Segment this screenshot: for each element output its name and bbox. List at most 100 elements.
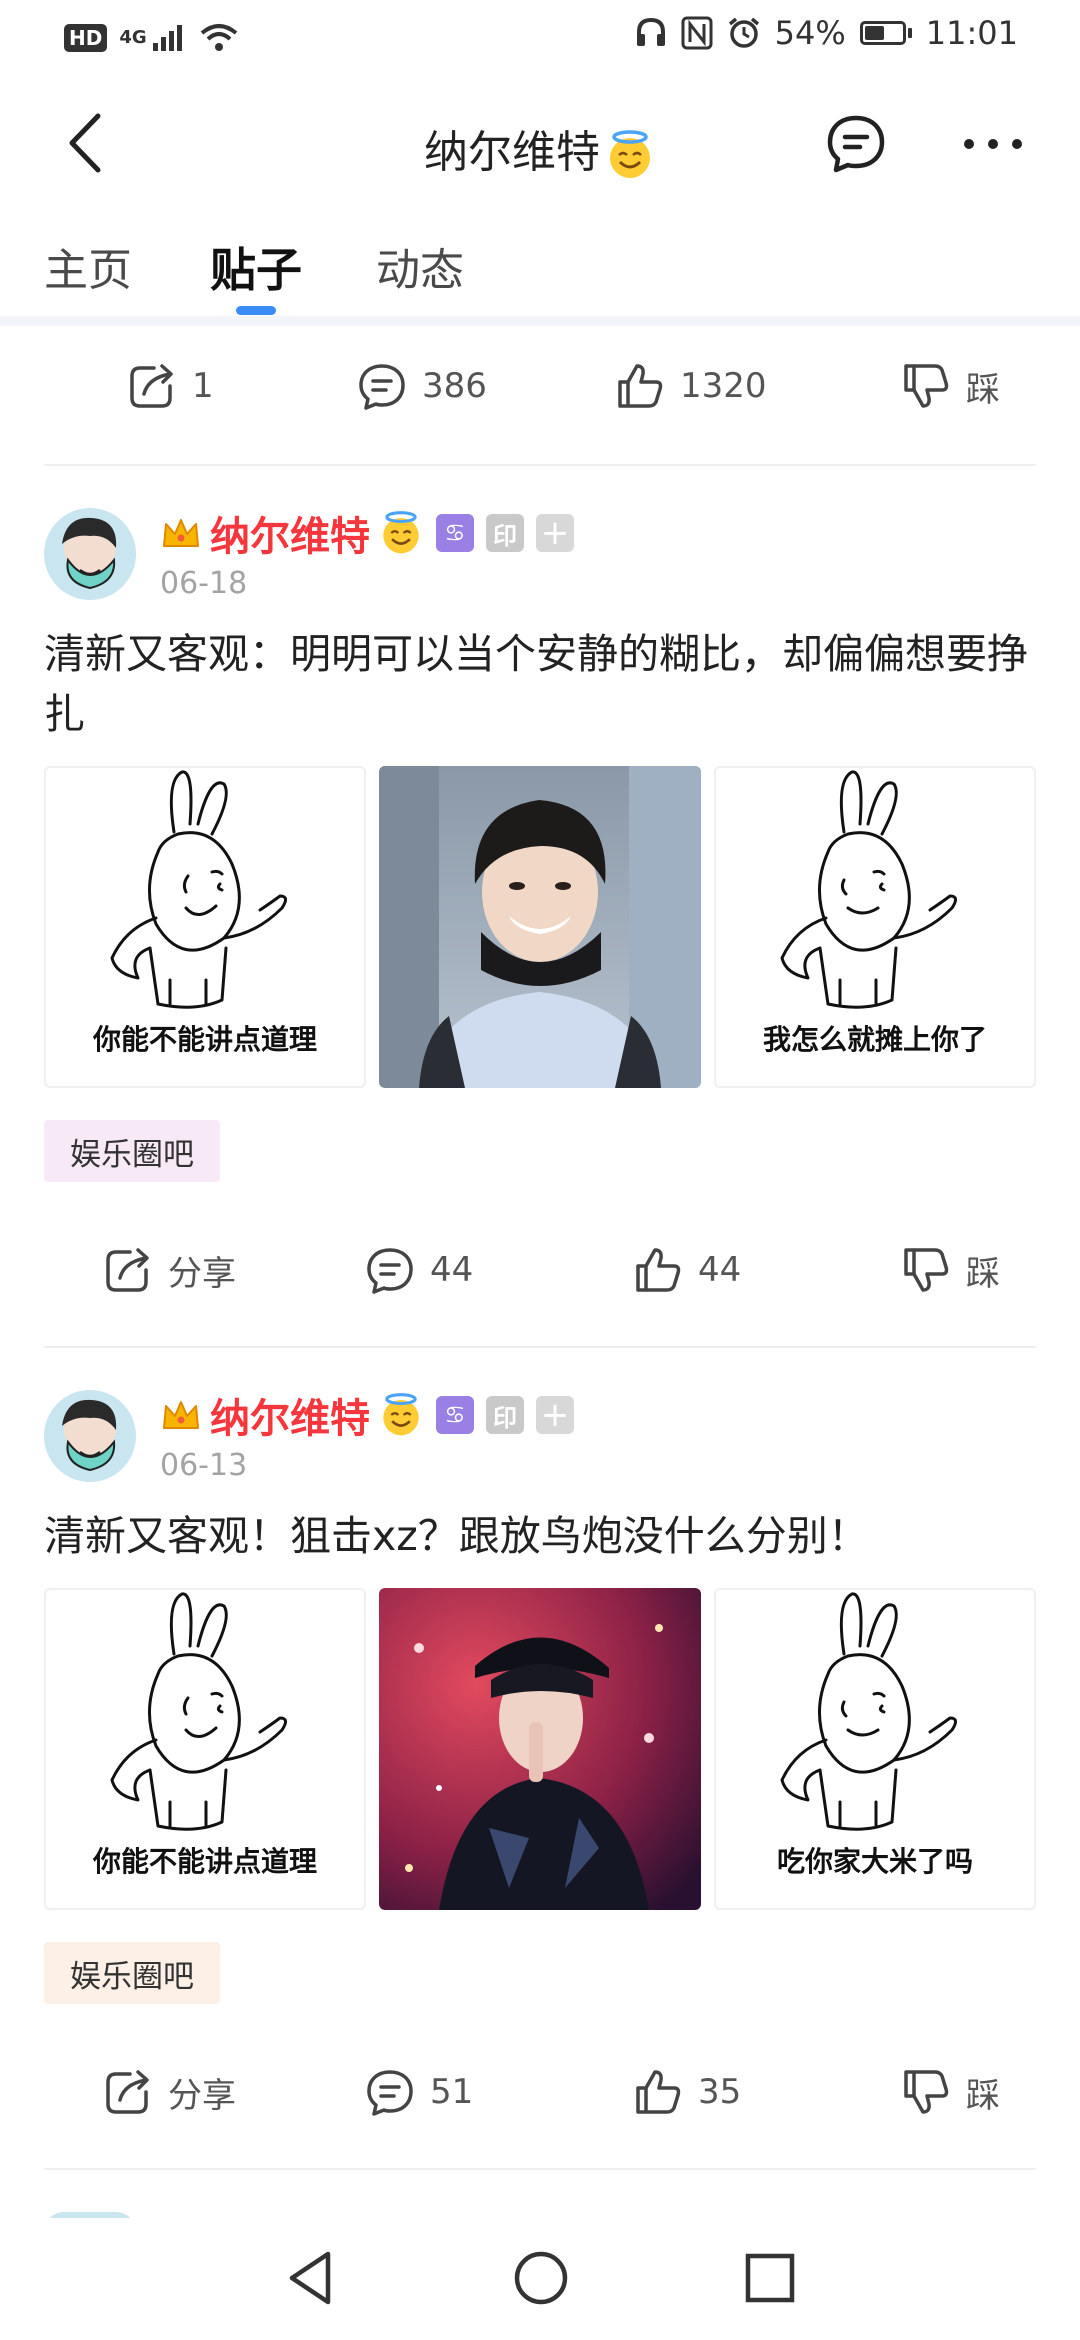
sticker-image[interactable]: 你能不能讲点道理: [44, 1588, 366, 1910]
sticker-image[interactable]: 吃你家大米了吗: [714, 1588, 1036, 1910]
sticker-caption: 我怎么就摊上你了: [762, 1023, 987, 1056]
forum-tag[interactable]: 娱乐圈吧: [44, 1942, 220, 2004]
comment-button[interactable]: 386: [356, 356, 487, 416]
profile-tabs: 主页 贴子 动态: [0, 222, 1080, 322]
dislike-button[interactable]: 踩: [900, 1240, 1000, 1300]
photo-image[interactable]: [379, 1588, 701, 1910]
post-separator: [44, 464, 1036, 466]
like-count: 1320: [680, 366, 767, 406]
smiling-halo-emoji-icon: [383, 1393, 419, 1436]
top-nav-bar: 纳尔维特: [0, 88, 1080, 198]
forum-tag[interactable]: 娱乐圈吧: [44, 1120, 220, 1182]
page-title-text: 纳尔维特: [424, 127, 600, 178]
system-navigation-bar: [0, 2218, 1080, 2340]
avatar-image: [44, 508, 136, 600]
active-tab-indicator: [236, 306, 276, 315]
post-date: 06-13: [160, 1448, 248, 1483]
dislike-button[interactable]: 踩: [900, 356, 1000, 416]
thumbs-down-icon: [904, 2070, 949, 2114]
thumbs-up-icon: [618, 364, 663, 408]
author-name[interactable]: 纳尔维特: [210, 504, 370, 562]
home-circle-icon[interactable]: [512, 2248, 570, 2308]
more-dots-icon[interactable]: [962, 136, 1024, 152]
status-right: 54% 11:01: [635, 14, 1018, 52]
post-actions: 分享 51 35 踩: [0, 2042, 1080, 2142]
tab-activity[interactable]: 动态: [376, 234, 464, 298]
status-bar: HD 4G 54% 11:01: [0, 0, 1080, 78]
recents-square-icon[interactable]: [742, 2248, 798, 2308]
post-images: 你能不能讲点道理: [44, 766, 1036, 1090]
signal-icon: [152, 25, 182, 51]
comment-button[interactable]: 51: [364, 2062, 473, 2122]
comment-button[interactable]: 44: [364, 1240, 473, 1300]
portrait-photo: [379, 1588, 701, 1910]
nfc-icon: [681, 16, 713, 50]
avatar[interactable]: [44, 1390, 136, 1482]
zodiac-badge: ♋: [436, 1396, 474, 1434]
alarm-icon: [728, 17, 759, 48]
author-name[interactable]: 纳尔维特: [210, 1386, 370, 1444]
photo-image[interactable]: [379, 766, 701, 1088]
dislike-label: 踩: [966, 369, 1000, 410]
like-button[interactable]: 1320: [614, 356, 767, 416]
battery-icon: [859, 21, 912, 45]
like-button[interactable]: 44: [632, 1240, 741, 1300]
network-type: 4G: [119, 27, 147, 48]
wifi-icon: [200, 24, 237, 51]
page-title: 纳尔维特: [0, 116, 1080, 181]
sticker-caption: 你能不能讲点道理: [92, 1023, 317, 1056]
like-count: 35: [698, 2072, 742, 2112]
share-label: 分享: [168, 1253, 236, 1294]
smiling-halo-emoji-icon: [383, 511, 419, 554]
comment-icon: [367, 1248, 413, 1294]
sticker-caption: 你能不能讲点道理: [92, 1845, 317, 1878]
add-badge[interactable]: +: [536, 1395, 574, 1435]
headphones-icon: [636, 17, 665, 46]
share-button[interactable]: 分享: [102, 2062, 236, 2122]
portrait-photo: [379, 766, 701, 1088]
comment-icon: [367, 2070, 413, 2116]
like-count: 44: [698, 1250, 742, 1290]
post-separator: [44, 2168, 1036, 2170]
thumbs-down-icon: [904, 364, 949, 408]
dislike-label: 踩: [966, 1253, 1000, 1294]
zodiac-badge: ♋: [436, 514, 474, 552]
avatar-image: [44, 1390, 136, 1482]
post-images: 你能不能讲点道理: [44, 1588, 1036, 1912]
share-button[interactable]: 分享: [102, 1240, 236, 1300]
post-text[interactable]: 清新又客观！狙击xz？跟放鸟炮没什么分别！: [44, 1506, 1034, 1566]
dislike-button[interactable]: 踩: [900, 2062, 1000, 2122]
share-label: 分享: [168, 2075, 236, 2116]
thumbs-up-icon: [636, 2070, 681, 2114]
comment-count: 51: [430, 2072, 474, 2112]
post-text[interactable]: 清新又客观：明明可以当个安静的糊比，却偏偏想要挣扎: [44, 624, 1034, 744]
dislike-label: 踩: [966, 2075, 1000, 2116]
sticker-image[interactable]: 我怎么就摊上你了: [714, 766, 1036, 1088]
post-actions: 分享 44 44 踩: [0, 1220, 1080, 1320]
crown-icon: [163, 1401, 199, 1429]
share-icon: [106, 2070, 149, 2114]
thumbs-down-icon: [904, 1248, 949, 1292]
comment-count: 44: [430, 1250, 474, 1290]
avatar[interactable]: [44, 508, 136, 600]
add-badge[interactable]: +: [536, 513, 574, 553]
sticker-image[interactable]: 你能不能讲点道理: [44, 766, 366, 1088]
share-count: 1: [192, 366, 214, 406]
tab-home[interactable]: 主页: [44, 234, 132, 298]
stamp-badge: 印: [486, 514, 524, 552]
share-icon: [130, 364, 173, 408]
thumbs-up-icon: [636, 1248, 681, 1292]
chat-bubble-icon[interactable]: [824, 112, 888, 176]
author-line: 纳尔维特 ♋ 印 +: [160, 1390, 574, 1442]
comment-count: 386: [422, 366, 487, 406]
back-triangle-icon[interactable]: [284, 2248, 336, 2308]
share-icon: [106, 1248, 149, 1292]
tabs-divider: [0, 316, 1080, 326]
tab-posts[interactable]: 贴子: [210, 234, 302, 300]
status-left: HD 4G: [64, 18, 239, 58]
comment-icon: [359, 364, 405, 410]
share-button[interactable]: 1: [126, 356, 214, 416]
clock: 11:01: [925, 14, 1018, 52]
post-date: 06-18: [160, 566, 248, 601]
like-button[interactable]: 35: [632, 2062, 741, 2122]
